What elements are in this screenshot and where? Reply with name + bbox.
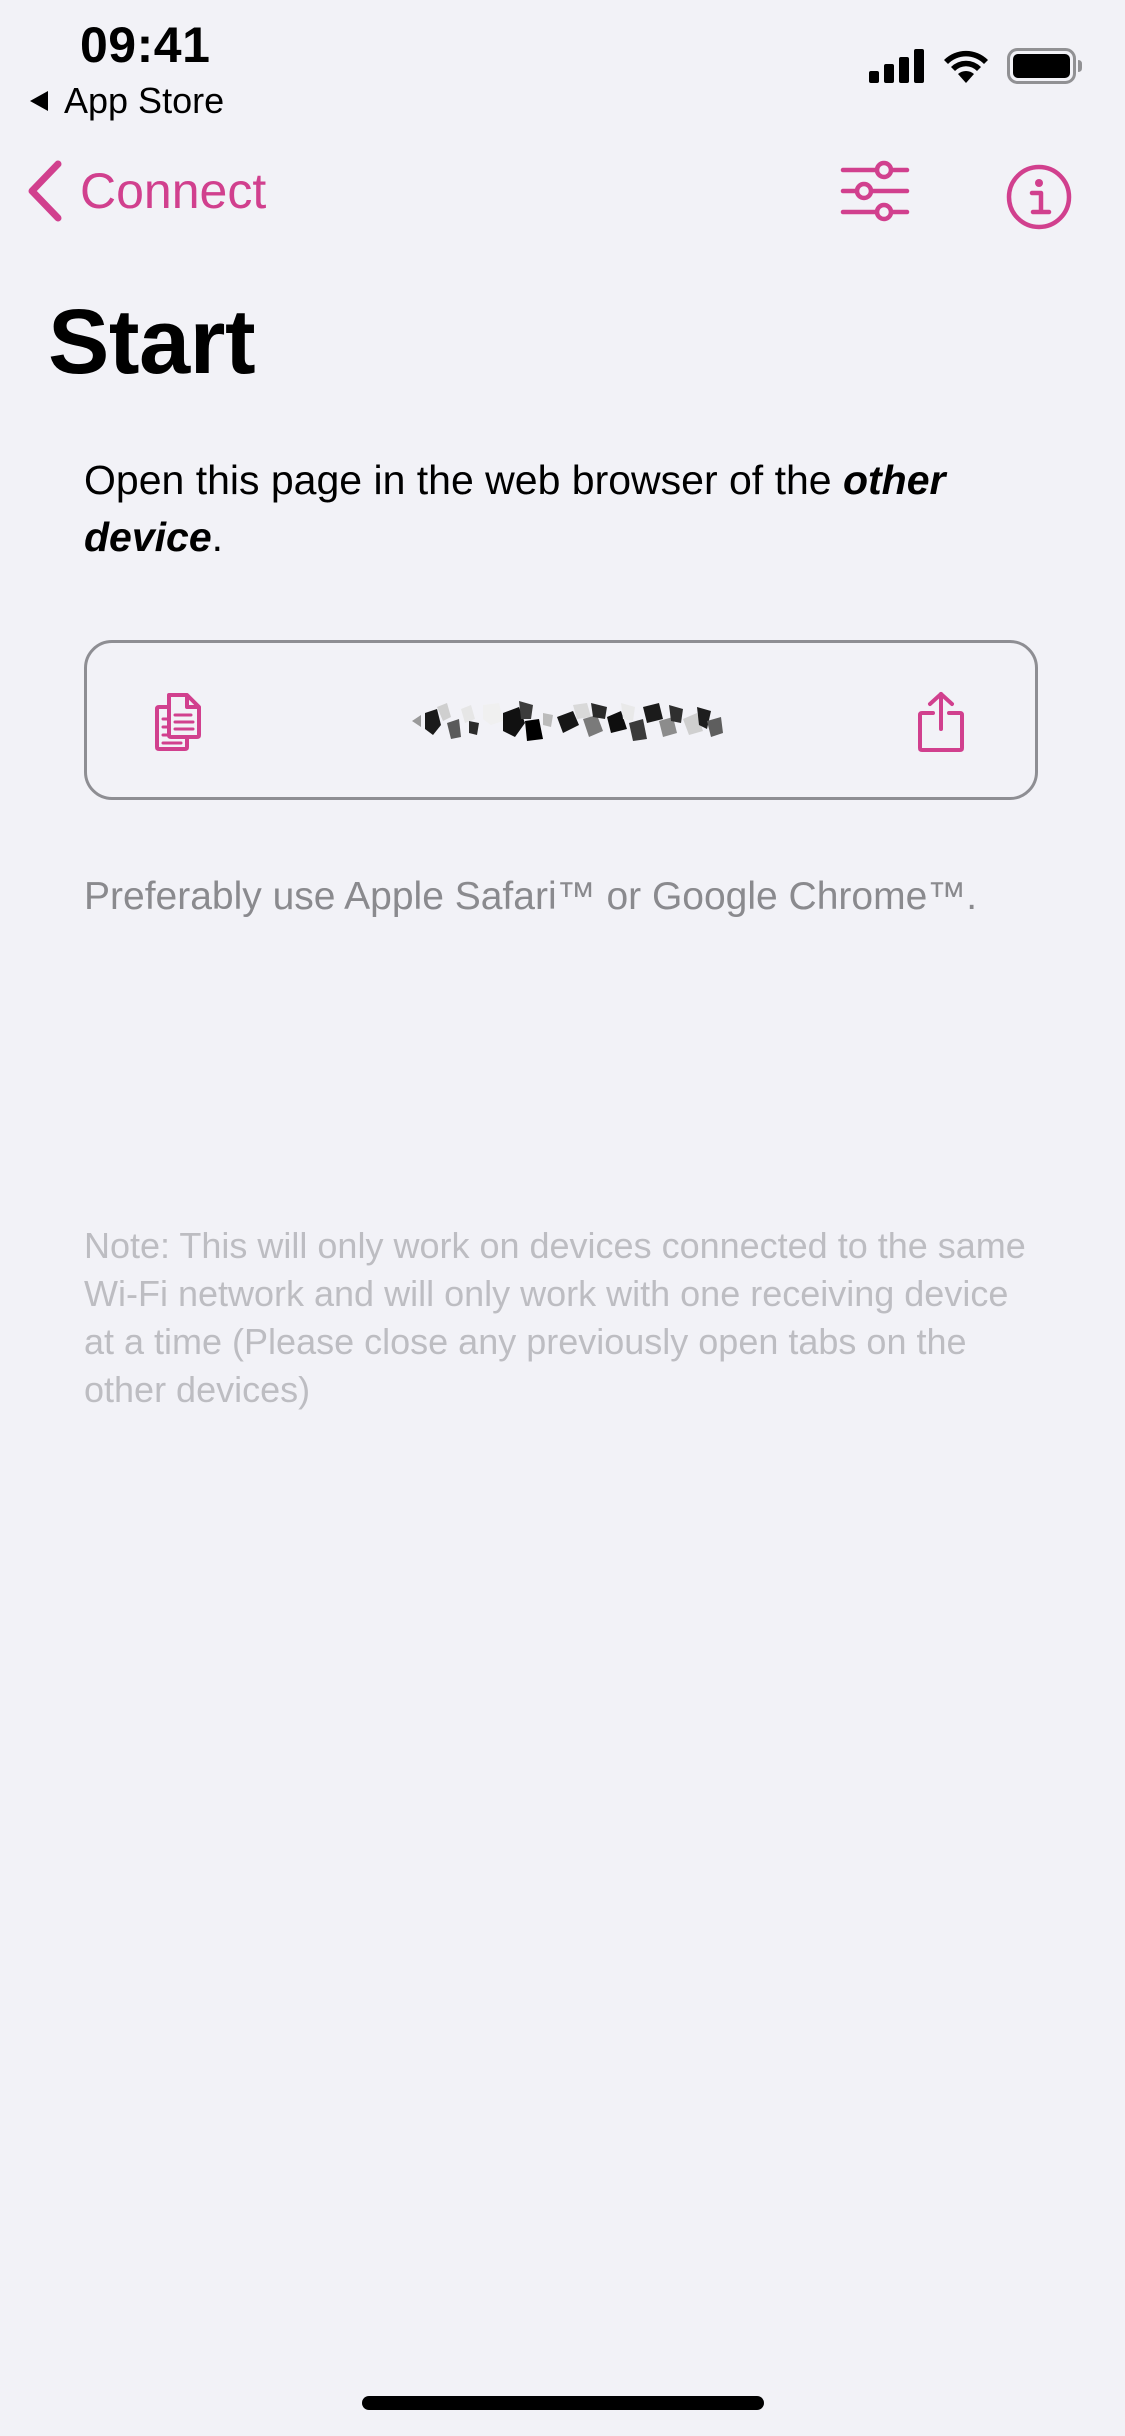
home-indicator[interactable] [362,2396,764,2410]
instruction-text: Open this page in the web browser of the… [84,452,1044,566]
share-icon [918,692,964,752]
status-back-to-app[interactable]: App Store [30,80,224,122]
instruction-prefix: Open this page in the web browser of the [84,457,843,503]
status-time: 09:41 [80,17,211,73]
instruction-suffix: . [211,514,224,560]
chevron-left-icon [28,160,62,222]
status-icons [869,48,1083,84]
copy-button[interactable] [153,691,209,758]
url-box [84,640,1038,800]
copy-icon [155,693,201,751]
back-button[interactable]: Connect [24,160,266,222]
back-triangle-icon [30,91,48,111]
settings-button[interactable] [840,160,910,227]
page-title: Start [48,291,256,393]
url-field-obscured[interactable] [407,693,727,753]
network-note: Note: This will only work on devices con… [84,1225,1026,1410]
cellular-signal-icon [869,49,924,83]
obscured-url-pattern [412,701,723,741]
screen: 09:41 App Store Connect Start Open this … [0,0,1125,2436]
info-button[interactable] [1006,164,1072,235]
sliders-icon [840,160,910,222]
browser-hint: Preferably use Apple Safari™ or Google C… [84,875,978,918]
share-button[interactable] [917,691,965,758]
wifi-icon [944,50,988,83]
battery-icon [1007,48,1082,84]
back-button-label: Connect [80,163,267,219]
status-back-label: App Store [64,80,225,121]
info-icon [1006,164,1072,230]
